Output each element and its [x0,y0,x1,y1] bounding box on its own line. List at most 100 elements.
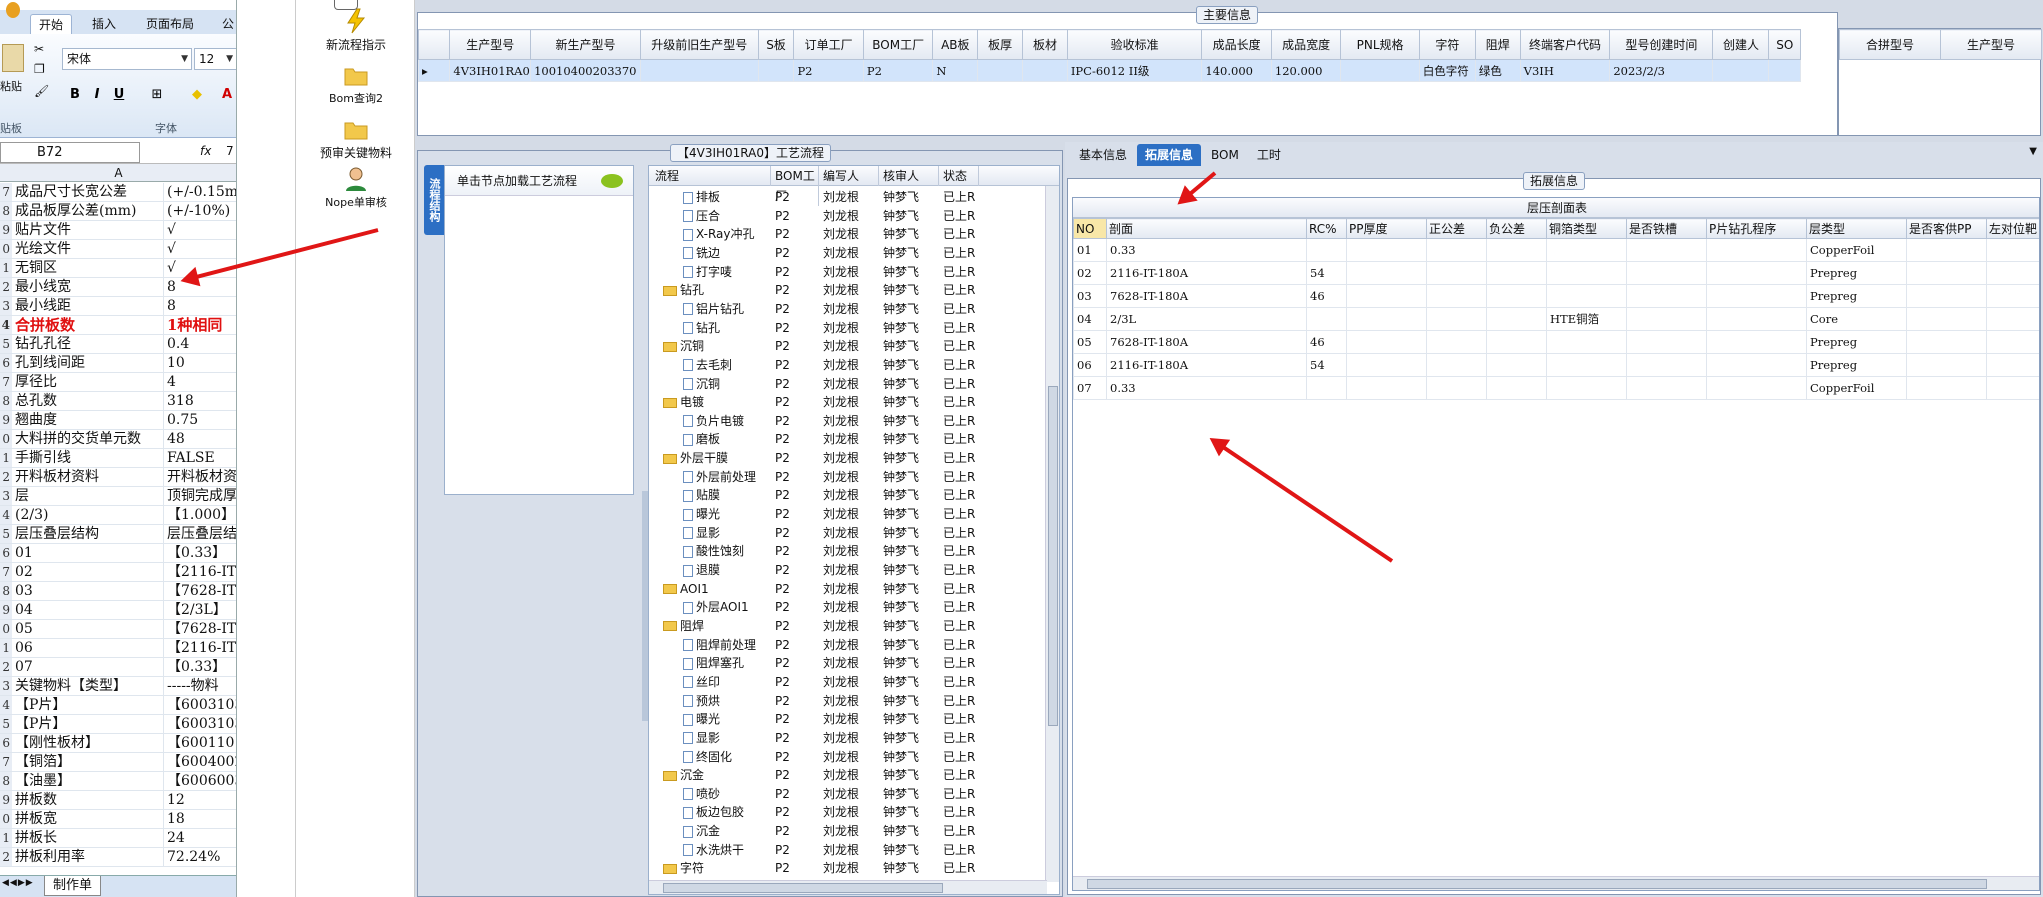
table-cell[interactable] [1706,284,1807,308]
table-row[interactable]: 04 2/3L HTE铜箔 Core [1073,307,2039,331]
column-header[interactable]: 生产型号 [449,29,532,60]
table-cell[interactable]: 46 [1306,284,1347,308]
cell-a[interactable]: 层 [12,487,164,505]
table-cell[interactable] [1486,307,1547,331]
table-cell[interactable] [1306,376,1347,400]
flow-row[interactable]: 沉金 P2 刘龙根 钟梦飞 已上R [649,766,1059,785]
column-header-a[interactable]: A [0,164,236,182]
table-cell[interactable]: 0.33 [1106,238,1307,262]
flow-node[interactable]: 外层AOI1 [683,598,769,617]
cell-b[interactable]: (+/-0.15m [164,183,236,201]
row-number[interactable]: 2 [0,848,12,866]
table-cell[interactable] [1426,261,1487,285]
flow-row[interactable]: 负片电镀 P2 刘龙根 钟梦飞 已上R [649,412,1059,431]
font-size-select[interactable]: 12 ▼ [194,48,236,70]
table-cell[interactable]: P2 [862,59,934,82]
cell-b[interactable]: 18 [164,810,236,828]
table-cell[interactable]: 03 [1073,284,1107,308]
column-header[interactable]: 订单工厂 [793,29,864,60]
flow-row[interactable]: 钻孔 P2 刘龙根 钟梦飞 已上R [649,319,1059,338]
ext-tab[interactable]: 基本信息 [1071,144,1135,166]
cell-b[interactable]: 顶铜完成厚 [164,487,236,505]
row-number[interactable]: 5 [0,525,12,543]
sheet-row[interactable]: 1 手撕引线 FALSE [0,449,236,468]
nav-nope-review[interactable]: Nope单审核 [296,166,416,210]
row-number[interactable]: 9 [0,791,12,809]
cell-b[interactable]: 【0.33】 [164,658,236,676]
cell-b[interactable]: 【6004002 [164,753,236,771]
table-cell[interactable] [1340,59,1420,82]
table-cell[interactable] [1986,261,2039,285]
tab-page-layout[interactable]: 页面布局 [138,14,202,34]
cell-a[interactable]: 大料拼的交货单元数 [12,430,164,448]
sheet-row[interactable]: 4 合拼板数 1种相同 [0,316,236,335]
column-header[interactable]: 核审人 [879,166,939,186]
cell-a[interactable]: 07 [12,658,164,676]
table-cell[interactable]: 2023/2/3 [1609,59,1714,82]
table-cell[interactable] [1346,238,1427,262]
flow-row[interactable]: 阻焊 P2 刘龙根 钟梦飞 已上R [649,617,1059,636]
table-cell[interactable] [1626,330,1707,354]
table-cell[interactable] [1546,284,1627,308]
row-number[interactable]: 1 [0,259,12,277]
table-cell[interactable]: 7628-IT-180A [1106,284,1307,308]
cell-a[interactable]: 贴片文件 [12,221,164,239]
cell-b[interactable]: 【2116-IT [164,563,236,581]
cell-b[interactable]: 1种相同 [164,316,236,334]
flow-node[interactable]: 沉金 [663,766,769,785]
flow-node[interactable]: X-Ray冲孔 [683,225,769,244]
table-cell[interactable] [1426,353,1487,377]
column-header[interactable]: 阻焊 [1474,29,1521,60]
flow-node[interactable]: 钻孔 [663,281,769,300]
table-cell[interactable] [1346,284,1427,308]
sheet-row[interactable]: 1 拼板长 24 [0,829,236,848]
cell-a[interactable]: 拼板长 [12,829,164,847]
flow-node[interactable]: 磨板 [683,430,769,449]
flow-row[interactable]: 铝片钻孔 P2 刘龙根 钟梦飞 已上R [649,300,1059,319]
sheet-row[interactable]: 3 最小线距 8 [0,297,236,316]
table-cell[interactable] [1486,353,1547,377]
flow-row[interactable]: 显影 P2 刘龙根 钟梦飞 已上R [649,729,1059,748]
table-cell[interactable] [1022,59,1068,82]
cell-a[interactable]: 【P片】 [12,715,164,733]
cell-b[interactable]: 8 [164,297,236,315]
flow-row[interactable]: 沉铜 P2 刘龙根 钟梦飞 已上R [649,375,1059,394]
cell-a[interactable]: 拼板宽 [12,810,164,828]
row-number[interactable]: 0 [0,240,12,258]
column-header[interactable]: 字符 [1418,29,1476,60]
column-header[interactable]: S板 [757,29,795,60]
sheet-row[interactable]: 8 【油墨】 【6006003 [0,772,236,791]
cell-b[interactable]: 【1.000】 [164,506,236,524]
flow-node[interactable]: 喷砂 [683,785,769,804]
column-header[interactable]: 板材 [1022,29,1068,60]
row-number[interactable]: 7 [0,373,12,391]
sheet-row[interactable]: 3 层顶铜完成厚 [0,487,236,506]
cell-b[interactable]: 层压叠层结 [164,525,236,543]
table-cell[interactable] [1906,261,1987,285]
table-cell[interactable]: 140.000 [1201,59,1272,82]
sheet-row[interactable]: 2 拼板利用率 72.24% [0,848,236,867]
flow-row[interactable]: 阻焊前处理 P2 刘龙根 钟梦飞 已上R [649,636,1059,655]
flow-node[interactable]: 阻焊 [663,617,769,636]
table-cell[interactable]: V3IH [1519,59,1611,82]
nav-bom-query[interactable]: Bom查询2 [296,62,416,106]
row-number[interactable]: 1 [0,829,12,847]
table-cell[interactable]: Prepreg [1806,261,1907,285]
flow-row[interactable]: 磨板 P2 刘龙根 钟梦飞 已上R [649,430,1059,449]
column-header[interactable]: PNL规格 [1340,29,1420,60]
table-cell[interactable]: 7628-IT-180A [1106,330,1307,354]
flow-node[interactable]: 外层前处理 [683,468,769,487]
flow-node[interactable]: 显影 [683,729,769,748]
flow-node[interactable]: 打字唛 [683,263,769,282]
table-row[interactable]: ▸ 4V3IH01RA0 10010400203370 P2 P2 N IPC-6012 I… [417,59,1801,82]
table-cell[interactable] [1486,238,1547,262]
table-cell[interactable] [1426,330,1487,354]
table-cell[interactable] [1626,353,1707,377]
flow-node[interactable]: 铝片钻孔 [683,300,769,319]
cell-b[interactable]: -----物料 [164,677,236,695]
table-cell[interactable]: 120.000 [1270,59,1342,82]
nav-prereview-materials[interactable]: 预审关键物料 [296,116,416,161]
flow-row[interactable]: 外层AOI1 P2 刘龙根 钟梦飞 已上R [649,598,1059,617]
flow-row[interactable]: 打字唛 P2 刘龙根 钟梦飞 已上R [649,263,1059,282]
column-header[interactable]: 状态 [939,166,979,186]
